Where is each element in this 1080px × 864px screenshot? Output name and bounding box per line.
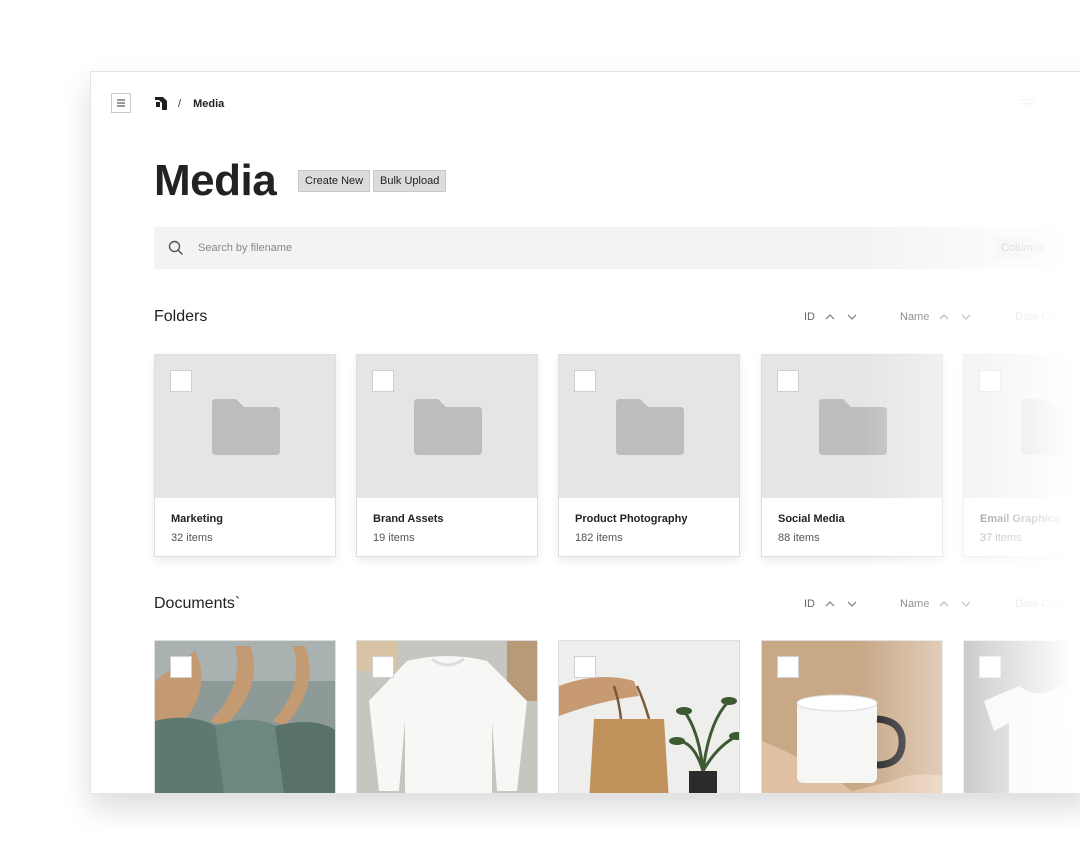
select-checkbox[interactable] [777,370,799,392]
document-card[interactable] [761,640,943,793]
folder-thumbnail [964,355,1080,498]
select-checkbox[interactable] [170,370,192,392]
document-card[interactable] [154,640,336,793]
sort-by-id[interactable]: ID [804,598,869,610]
sort-name-label: Name [900,598,930,610]
select-checkbox[interactable] [979,370,1001,392]
document-card[interactable] [356,640,538,793]
folder-icon [616,399,684,455]
folder-item-count: 88 items [778,532,820,544]
folder-item-count: 182 items [575,532,623,544]
select-checkbox[interactable] [372,656,394,678]
folder-card[interactable]: Marketing 32 items [154,354,336,557]
select-checkbox[interactable] [777,656,799,678]
sort-ascending-icon[interactable] [939,313,949,321]
sort-ascending-icon[interactable] [939,600,949,608]
sort-by-id[interactable]: ID [804,311,869,323]
folder-thumbnail [357,355,537,498]
folder-item-count: 37 items [980,532,1022,544]
select-checkbox[interactable] [574,370,596,392]
app-window: / Media Media Create New Bulk Upload Col… [90,71,1080,794]
sort-by-date[interactable]: Date Cre [1015,311,1059,323]
search-input[interactable] [196,241,800,255]
sort-descending-icon[interactable] [847,313,857,321]
breadcrumb-current[interactable]: Media [193,98,224,110]
folder-name: Product Photography [575,513,688,525]
folder-icon [414,399,482,455]
breadcrumb-separator: / [178,97,182,110]
columns-button[interactable]: Columns [995,237,1051,259]
folder-card[interactable]: Social Media 88 items [761,354,943,557]
folder-card[interactable]: Brand Assets 19 items [356,354,538,557]
folder-thumbnail [762,355,942,498]
sort-by-name[interactable]: Name [900,311,983,323]
folder-card[interactable]: Product Photography 182 items [558,354,740,557]
sort-descending-icon[interactable] [847,600,857,608]
sort-by-date[interactable]: Date Cre [1015,598,1059,610]
folder-name: Email Graphics [980,513,1061,525]
user-menu-icon[interactable] [1021,98,1035,108]
sort-ascending-icon[interactable] [825,600,835,608]
folder-name: Brand Assets [373,513,444,525]
menu-button[interactable] [111,93,131,113]
page-title: Media [154,156,277,205]
sort-by-name[interactable]: Name [900,598,983,610]
folder-thumbnail [155,355,335,498]
folder-item-count: 19 items [373,532,415,544]
folder-icon [1021,399,1080,455]
sort-ascending-icon[interactable] [825,313,835,321]
folders-section-title: Folders [154,308,208,325]
sort-id-label: ID [804,311,815,323]
select-checkbox[interactable] [170,656,192,678]
folder-name: Social Media [778,513,845,525]
folder-card[interactable]: Email Graphics 37 items [963,354,1080,557]
select-checkbox[interactable] [574,656,596,678]
breadcrumb: / Media [154,96,224,111]
folder-icon [212,399,280,455]
folder-item-count: 32 items [171,532,213,544]
logo-icon[interactable] [154,96,168,111]
sort-date-label: Date Cre [1015,598,1060,610]
folder-name: Marketing [171,513,223,525]
bulk-upload-button[interactable]: Bulk Upload [373,170,447,192]
folder-thumbnail [559,355,739,498]
create-new-button[interactable]: Create New [298,170,371,192]
search-icon [168,240,183,255]
documents-section-title: Documents` [154,595,241,612]
sort-id-label: ID [804,598,815,610]
document-card[interactable] [558,640,740,793]
sort-date-label: Date Cre [1015,311,1060,323]
folder-icon [819,399,887,455]
sort-name-label: Name [900,311,930,323]
hamburger-icon [117,99,125,107]
document-card[interactable] [963,640,1080,793]
select-checkbox[interactable] [979,656,1001,678]
search-bar: Columns [154,227,1080,269]
sort-descending-icon[interactable] [961,313,971,321]
sort-descending-icon[interactable] [961,600,971,608]
select-checkbox[interactable] [372,370,394,392]
